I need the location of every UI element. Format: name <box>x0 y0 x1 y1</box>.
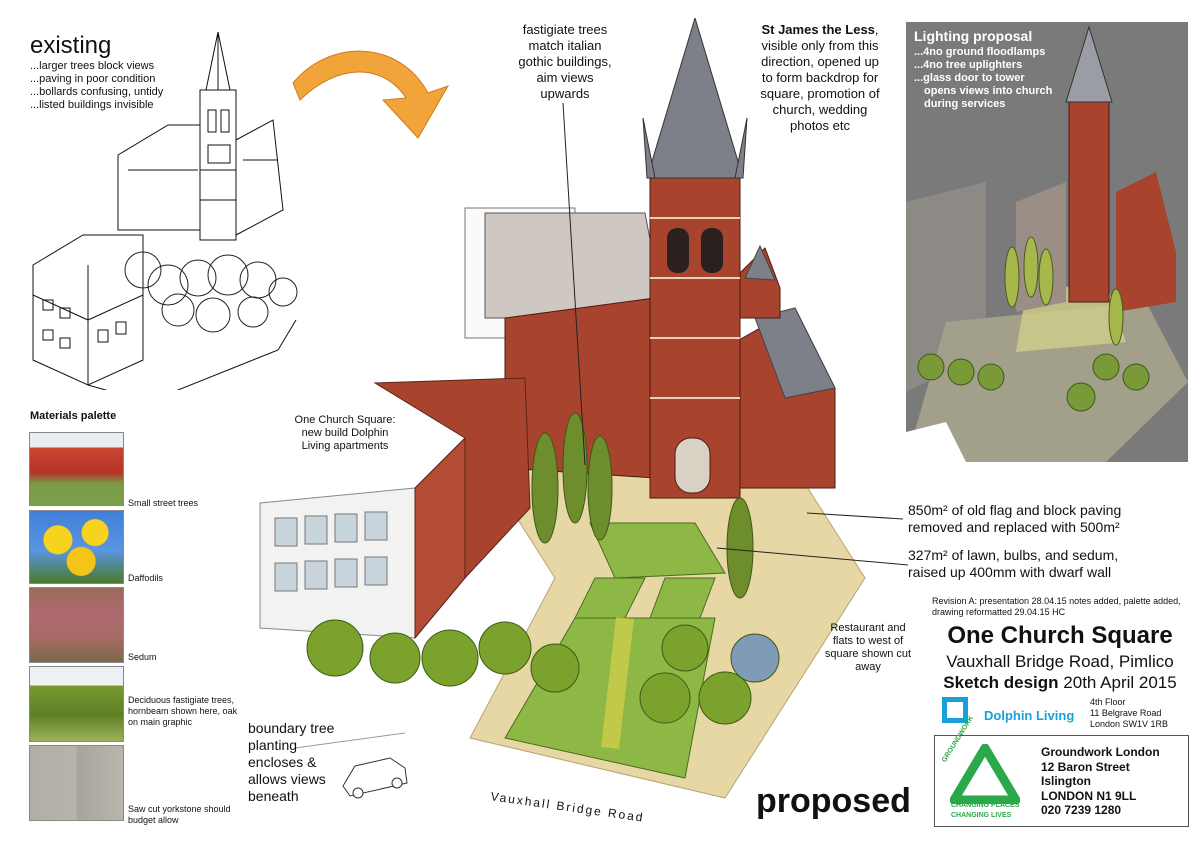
address-line: Groundwork London <box>1041 745 1160 759</box>
boundary-annotation: boundary tree planting encloses & allows… <box>248 720 358 805</box>
annotation-line: boundary tree <box>248 720 335 736</box>
address-line: 4th Floor <box>1090 697 1126 707</box>
revision-line: Revision A: presentation 28.04.15 notes … <box>932 596 1181 606</box>
restaurant-annotation: Restaurant and flats to west of square s… <box>818 622 918 674</box>
address-line: 12 Baron Street <box>1041 759 1130 774</box>
annotation-line: Living apartments <box>301 440 389 452</box>
annotation-line: new build Dolphin <box>301 427 389 439</box>
palette-title: Materials palette <box>30 410 117 422</box>
leader-line <box>716 547 909 566</box>
annotation-line: away <box>855 661 881 673</box>
church-annotation: St James the Less, visible only from thi… <box>750 22 890 134</box>
yorkstone-photo <box>29 745 124 821</box>
palette-label: Daffodils <box>128 573 163 583</box>
annotation-line: square shown cut <box>824 648 912 660</box>
address-line: 020 7239 1280 <box>1041 803 1122 817</box>
leader-line <box>806 512 904 520</box>
palette-label: Small street trees <box>128 498 199 508</box>
address-line: 11 Belgrave Road <box>1090 708 1162 718</box>
project-subtitle: Vauxhall Bridge Road, Pimlico <box>946 652 1174 671</box>
palette-label: Sedum <box>128 652 157 662</box>
project-title: One Church Square <box>947 622 1173 649</box>
annotation-line: 327m² of lawn, bulbs, and sedum, <box>908 547 1119 563</box>
groundwork-address: Groundwork London 12 Baron Street Isling… <box>1041 745 1160 818</box>
annotation-line: to form backdrop for <box>761 70 879 85</box>
title-block: One Church Square Vauxhall Bridge Road, … <box>940 622 1180 693</box>
church-name: St James the Less <box>761 22 875 37</box>
annotation-line: fastigiate trees <box>522 22 608 37</box>
annotation-line: Restaurant and <box>830 622 906 634</box>
fastigiate-annotation: fastigiate trees match italian gothic bu… <box>505 22 625 102</box>
street-trees-photo <box>29 432 124 506</box>
groundwork-logo-icon <box>950 744 1020 804</box>
sedum-photo <box>29 587 124 663</box>
paving-annotation: 850m² of old flag and block paving remov… <box>908 502 1178 536</box>
lighting-item: ...glass door to tower <box>914 72 1025 84</box>
daffodils-photo <box>29 510 124 584</box>
lighting-item: ...4no ground floodlamps <box>914 46 1046 58</box>
annotation-line: One Church Square: <box>294 414 396 426</box>
lighting-panel: Lighting proposal ...4no ground floodlam… <box>906 22 1188 462</box>
annotation-line: photos etc <box>790 118 850 133</box>
annotation-line: beneath <box>248 788 299 804</box>
dolphin-logo-icon <box>942 697 968 723</box>
lighting-item: opens views into church <box>924 85 1053 97</box>
design-line: Sketch design 20th April 2015 <box>940 673 1180 693</box>
lighting-title: Lighting proposal <box>914 28 1033 44</box>
lighting-list: ...4no ground floodlamps ...4no tree upl… <box>914 46 1052 111</box>
design-date: 20th April 2015 <box>1063 673 1177 692</box>
annotation-line: flats to west of <box>832 635 904 647</box>
revision-line: drawing reformatted 29.04.15 HC <box>932 607 1066 617</box>
groundwork-tag2: CHANGING LIVES <box>951 812 1012 819</box>
annotation-line: aim views <box>536 70 594 85</box>
one-church-annotation: One Church Square: new build Dolphin Liv… <box>290 414 400 453</box>
dolphin-name: Dolphin Living <box>984 708 1075 723</box>
annotation-line: 850m² of old flag and block paving <box>908 502 1122 518</box>
annotation-line: square, promotion of <box>760 86 880 101</box>
groundwork-tag1: CHANGING PLACES <box>951 802 1020 809</box>
annotation-line: church, wedding <box>772 102 868 117</box>
annotation-line: visible only from this <box>761 38 879 53</box>
lawn-annotation: 327m² of lawn, bulbs, and sedum, raised … <box>908 547 1178 581</box>
annotation-line: raised up 400mm with dwarf wall <box>908 564 1112 580</box>
revision-note: Revision A: presentation 28.04.15 notes … <box>932 596 1181 618</box>
lighting-item: ...4no tree uplighters <box>914 59 1023 71</box>
address-line: Islington <box>1041 774 1091 788</box>
fastigiate-trees-photo <box>29 666 124 742</box>
annotation-line: encloses & <box>248 754 317 770</box>
proposed-label: proposed <box>756 782 911 820</box>
annotation-line: gothic buildings, <box>518 54 612 69</box>
address-line: London SW1V 1RB <box>1090 719 1169 729</box>
dolphin-address: 4th Floor 11 Belgrave Road London SW1V 1… <box>1090 697 1168 730</box>
design-label: Sketch design <box>943 673 1059 692</box>
annotation-line: planting <box>248 737 298 753</box>
annotation-line: match italian <box>528 38 602 53</box>
groundwork-box: GROUNDWORK CHANGING PLACES CHANGING LIVE… <box>934 715 1189 827</box>
annotation-line: allows views <box>248 771 326 787</box>
annotation-line: removed and replaced with 500m² <box>908 519 1120 535</box>
palette-label: Deciduous fastigiate trees, hornbeam sho… <box>128 695 238 727</box>
leader-line <box>562 102 586 466</box>
lighting-item: during services <box>924 98 1006 110</box>
palette-label: Saw cut yorkstone should budget allow <box>128 804 231 825</box>
annotation-line: direction, opened up <box>761 54 879 69</box>
address-line: LONDON N1 9LL <box>1041 788 1137 803</box>
